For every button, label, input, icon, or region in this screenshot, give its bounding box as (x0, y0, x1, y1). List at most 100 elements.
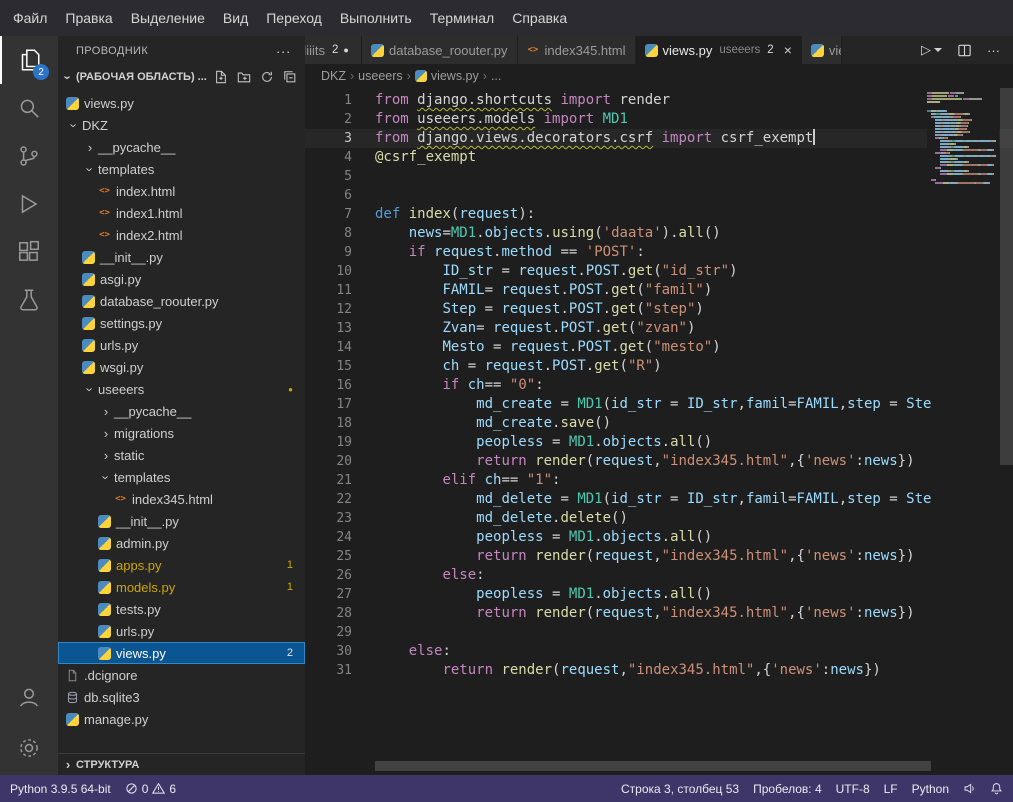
breadcrumb-item-views-py[interactable]: views.py (415, 69, 479, 83)
tree-file-db-sqlite3[interactable]: db.sqlite3 (58, 686, 305, 708)
code-line[interactable]: 18 md_create.save() (305, 414, 1013, 433)
tree-file-models-py[interactable]: models.py1 (58, 576, 305, 598)
account-icon[interactable] (0, 673, 58, 721)
menu-item-item[interactable]: Выполнить (331, 5, 421, 31)
tab-index345-html[interactable]: <>index345.html (518, 36, 636, 64)
extensions-icon[interactable] (0, 228, 58, 276)
tree-file-index2-html[interactable]: <>index2.html (58, 224, 305, 246)
code-line[interactable]: 4@csrf_exempt (305, 148, 1013, 167)
source-control-icon[interactable] (0, 132, 58, 180)
tree-folder-static[interactable]: ›static (58, 444, 305, 466)
code-line[interactable]: 8 news=MD1.objects.using('daata').all() (305, 224, 1013, 243)
horizontal-scrollbar[interactable] (375, 761, 931, 771)
tab-database-roouter-py[interactable]: database_roouter.py (362, 36, 518, 64)
tree-file-init-py[interactable]: __init__.py (58, 510, 305, 532)
menu-item-item[interactable]: Выделение (122, 5, 214, 31)
code-line[interactable]: 22 md_delete = MD1(id_str = ID_str,famil… (305, 490, 1013, 509)
refresh-icon[interactable] (260, 70, 274, 84)
code-line[interactable]: 29 (305, 623, 1013, 642)
close-tab-icon[interactable]: × (784, 42, 792, 58)
new-file-icon[interactable] (214, 70, 228, 84)
code-line[interactable]: 20 return render(request,"index345.html"… (305, 452, 1013, 471)
workspace-section-header[interactable]: › (РАБОЧАЯ ОБЛАСТЬ) ... (58, 65, 305, 89)
code-line[interactable]: 12 Step = request.POST.get("step") (305, 300, 1013, 319)
tree-file-init-py[interactable]: __init__.py (58, 246, 305, 268)
tree-file-views-py[interactable]: views.py2 (58, 642, 305, 664)
tree-file-database-roouter-py[interactable]: database_roouter.py (58, 290, 305, 312)
code-line[interactable]: 9 if request.method == 'POST': (305, 243, 1013, 262)
breadcrumb-item-useeers[interactable]: useeers (358, 69, 402, 83)
tree-file-tests-py[interactable]: tests.py (58, 598, 305, 620)
testing-flask-icon[interactable] (0, 276, 58, 324)
explorer-more-actions-icon[interactable]: ··· (276, 43, 291, 59)
explorer-icon[interactable]: 2 (0, 36, 58, 84)
tab-views-py[interactable]: views.pyuseeers2× (636, 36, 802, 64)
code-line[interactable]: 11 FAMIL= request.POST.get("famil") (305, 281, 1013, 300)
tree-file-dcignore[interactable]: .dcignore (58, 664, 305, 686)
code-editor[interactable]: 1from django.shortcuts import render2fro… (305, 88, 1013, 775)
tree-folder-migrations[interactable]: ›migrations (58, 422, 305, 444)
python-interpreter[interactable]: Python 3.9.5 64-bit (10, 782, 111, 796)
code-line[interactable]: 14 Mesto = request.POST.get("mesto") (305, 338, 1013, 357)
tree-file-index-html[interactable]: <>index.html (58, 180, 305, 202)
menu-item-item[interactable]: Переход (257, 5, 331, 31)
outline-section-header[interactable]: › СТРУКТУРА (58, 753, 305, 775)
code-line[interactable]: 15 ch = request.POST.get("R") (305, 357, 1013, 376)
code-line[interactable]: 10 ID_str = request.POST.get("id_str") (305, 262, 1013, 281)
breadcrumb-item-item[interactable]: ... (491, 69, 501, 83)
menu-item-item[interactable]: Вид (214, 5, 257, 31)
language-mode[interactable]: Python (912, 782, 949, 796)
tree-file-index1-html[interactable]: <>index1.html (58, 202, 305, 224)
code-line[interactable]: 30 else: (305, 642, 1013, 661)
breadcrumb-item-dkz[interactable]: DKZ (321, 69, 346, 83)
new-folder-icon[interactable] (237, 70, 251, 84)
tab-diiits[interactable]: diiits2● (305, 36, 362, 64)
tree-folder-dkz[interactable]: ›DKZ (58, 114, 305, 136)
vertical-scrollbar[interactable] (1000, 88, 1013, 465)
run-button[interactable]: ▷ (921, 42, 942, 58)
encoding[interactable]: UTF-8 (836, 782, 870, 796)
collapse-all-icon[interactable] (283, 70, 297, 84)
search-icon[interactable] (0, 84, 58, 132)
tree-file-apps-py[interactable]: apps.py1 (58, 554, 305, 576)
problems-indicator[interactable]: 0 6 (125, 782, 176, 796)
code-line[interactable]: 23 md_delete.delete() (305, 509, 1013, 528)
code-line[interactable]: 28 return render(request,"index345.html"… (305, 604, 1013, 623)
code-line[interactable]: 16 if ch== "0": (305, 376, 1013, 395)
cursor-position[interactable]: Строка 3, столбец 53 (621, 782, 739, 796)
tree-file-urls-py[interactable]: urls.py (58, 334, 305, 356)
tree-folder-useeers[interactable]: ›useeers● (58, 378, 305, 400)
tab-views-py[interactable]: views.py (802, 36, 842, 64)
code-line[interactable]: 1from django.shortcuts import render (305, 91, 1013, 110)
editor-more-actions-icon[interactable]: ··· (987, 43, 1000, 58)
code-line[interactable]: 3from django.views.decorators.csrf impor… (305, 129, 1013, 148)
eol-selector[interactable]: LF (884, 782, 898, 796)
menu-item-item[interactable]: Правка (56, 5, 121, 31)
tree-folder-templates[interactable]: ›templates (58, 158, 305, 180)
split-editor-icon[interactable] (957, 43, 972, 58)
tree-folder-pycache[interactable]: ›__pycache__ (58, 400, 305, 422)
run-dropdown-icon[interactable] (934, 48, 942, 52)
code-line[interactable]: 27 peopless = MD1.objects.all() (305, 585, 1013, 604)
minimap[interactable] (927, 92, 999, 185)
run-debug-icon[interactable] (0, 180, 58, 228)
tree-folder-pycache[interactable]: ›__pycache__ (58, 136, 305, 158)
menu-item-item[interactable]: Справка (503, 5, 576, 31)
tree-file-wsgi-py[interactable]: wsgi.py (58, 356, 305, 378)
code-line[interactable]: 25 return render(request,"index345.html"… (305, 547, 1013, 566)
indentation[interactable]: Пробелов: 4 (753, 782, 822, 796)
tree-file-admin-py[interactable]: admin.py (58, 532, 305, 554)
tree-file-urls-py[interactable]: urls.py (58, 620, 305, 642)
code-line[interactable]: 6 (305, 186, 1013, 205)
code-line[interactable]: 31 return render(request,"index345.html"… (305, 661, 1013, 680)
menu-item-item[interactable]: Файл (4, 5, 56, 31)
menu-item-item[interactable]: Терминал (421, 5, 503, 31)
code-line[interactable]: 19 peopless = MD1.objects.all() (305, 433, 1013, 452)
tree-file-index345-html[interactable]: <>index345.html (58, 488, 305, 510)
feedback-icon[interactable] (963, 782, 976, 795)
code-line[interactable]: 24 peopless = MD1.objects.all() (305, 528, 1013, 547)
tree-file-settings-py[interactable]: settings.py (58, 312, 305, 334)
settings-gear-icon[interactable] (0, 721, 58, 775)
code-line[interactable]: 7def index(request): (305, 205, 1013, 224)
code-line[interactable]: 2from useeers.models import MD1 (305, 110, 1013, 129)
